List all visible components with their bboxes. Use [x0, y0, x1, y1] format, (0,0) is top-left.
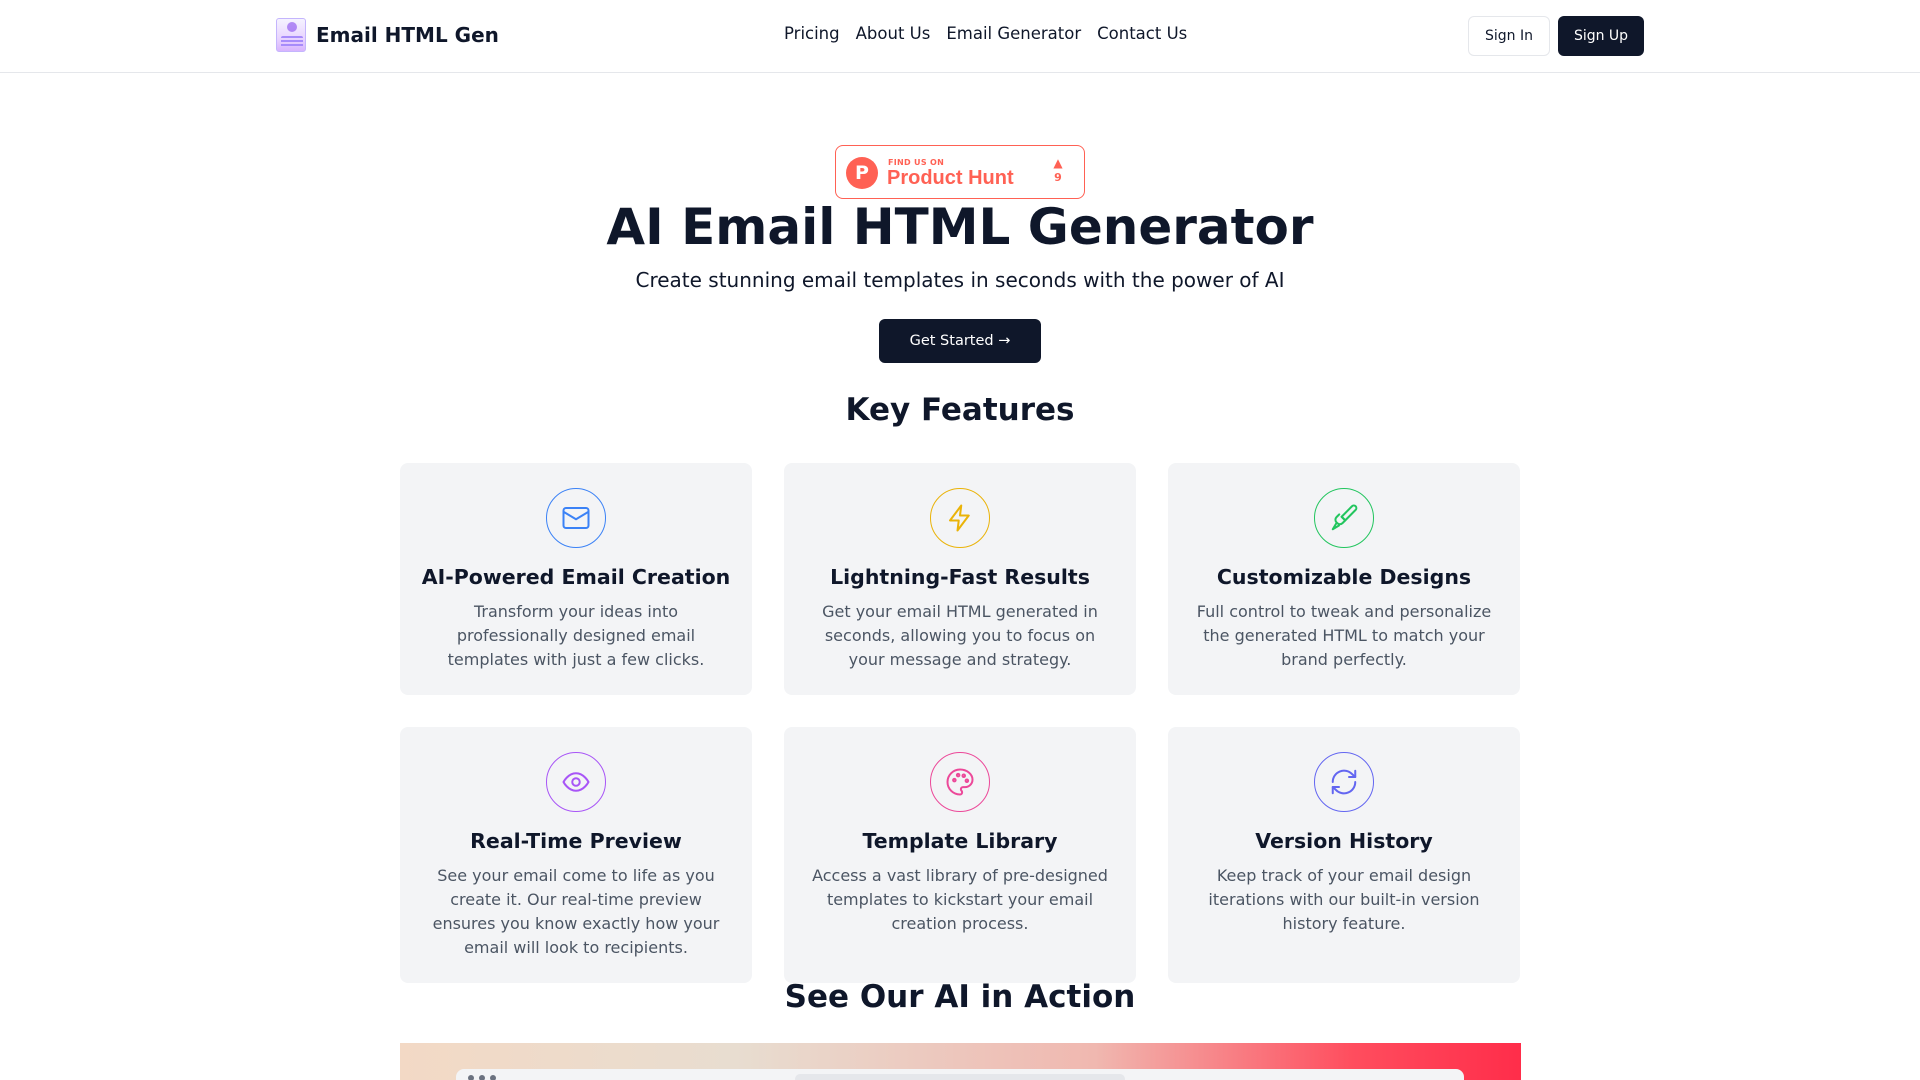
- get-started-button[interactable]: Get Started →: [879, 319, 1041, 363]
- feature-description: Transform your ideas into professionally…: [447, 602, 705, 669]
- feature-description: Access a vast library of pre-designed te…: [812, 866, 1108, 933]
- feature-description: Get your email HTML generated in seconds…: [822, 602, 1098, 669]
- feature-card-template-library: Template Library Access a vast library o…: [784, 727, 1136, 983]
- mail-icon: [546, 488, 606, 548]
- nav-about-us[interactable]: About Us: [856, 24, 931, 43]
- nav-pricing[interactable]: Pricing: [784, 24, 840, 43]
- feature-description: Keep track of your email design iteratio…: [1208, 866, 1480, 933]
- feature-description: Full control to tweak and personalize th…: [1196, 602, 1492, 669]
- product-hunt-votes: ▲ 9: [1048, 156, 1068, 186]
- feature-description: See your email come to life as you creat…: [432, 866, 720, 957]
- main-nav: Pricing About Us Email Generator Contact…: [784, 24, 1187, 43]
- features-title: Key Features: [845, 392, 1075, 428]
- logo-text: Email HTML Gen: [316, 23, 499, 47]
- logo-image: [276, 18, 306, 52]
- feature-title: AI-Powered Email Creation: [421, 565, 731, 589]
- feature-card-version-history: Version History Keep track of your email…: [1168, 727, 1520, 983]
- sign-up-button[interactable]: Sign Up: [1558, 16, 1644, 56]
- demo-preview: [400, 1043, 1521, 1080]
- feature-card-customizable: Customizable Designs Full control to twe…: [1168, 463, 1520, 695]
- window-controls: [468, 1075, 496, 1080]
- window-dot: [490, 1075, 496, 1080]
- lightning-icon: [930, 488, 990, 548]
- feature-title: Customizable Designs: [1216, 565, 1472, 589]
- product-hunt-logo-icon: P: [846, 157, 878, 189]
- feature-card-real-time-preview: Real-Time Preview See your email come to…: [400, 727, 752, 983]
- product-hunt-eyebrow: FIND US ON: [888, 158, 945, 167]
- window-dot: [479, 1075, 485, 1080]
- feature-title: Version History: [1255, 829, 1433, 853]
- feature-title: Template Library: [862, 829, 1058, 853]
- feature-card-ai-email: AI-Powered Email Creation Transform your…: [400, 463, 752, 695]
- hero-subtitle: Create stunning email templates in secon…: [635, 268, 1285, 292]
- window-dot: [468, 1075, 474, 1080]
- paintbrush-icon: [1314, 488, 1374, 548]
- sign-in-button[interactable]: Sign In: [1468, 16, 1550, 56]
- product-hunt-badge[interactable]: P FIND US ON Product Hunt ▲ 9: [835, 145, 1085, 199]
- demo-address-bar: [795, 1074, 1125, 1080]
- vote-count: 9: [1054, 171, 1062, 184]
- upvote-arrow-icon: ▲: [1053, 156, 1063, 170]
- nav-contact-us[interactable]: Contact Us: [1097, 24, 1187, 43]
- action-title: See Our AI in Action: [784, 979, 1136, 1015]
- refresh-icon: [1314, 752, 1374, 812]
- feature-title: Real-Time Preview: [470, 829, 682, 853]
- palette-icon: [930, 752, 990, 812]
- feature-title: Lightning-Fast Results: [830, 565, 1090, 589]
- product-hunt-name: Product Hunt: [887, 167, 1014, 189]
- nav-email-generator[interactable]: Email Generator: [946, 24, 1081, 43]
- hero-title: AI Email HTML Generator: [606, 198, 1314, 256]
- eye-icon: [546, 752, 606, 812]
- feature-card-fast-results: Lightning-Fast Results Get your email HT…: [784, 463, 1136, 695]
- logo[interactable]: Email HTML Gen: [276, 18, 499, 52]
- site-header: Email HTML Gen Pricing About Us Email Ge…: [0, 0, 1920, 73]
- demo-window: [456, 1069, 1464, 1080]
